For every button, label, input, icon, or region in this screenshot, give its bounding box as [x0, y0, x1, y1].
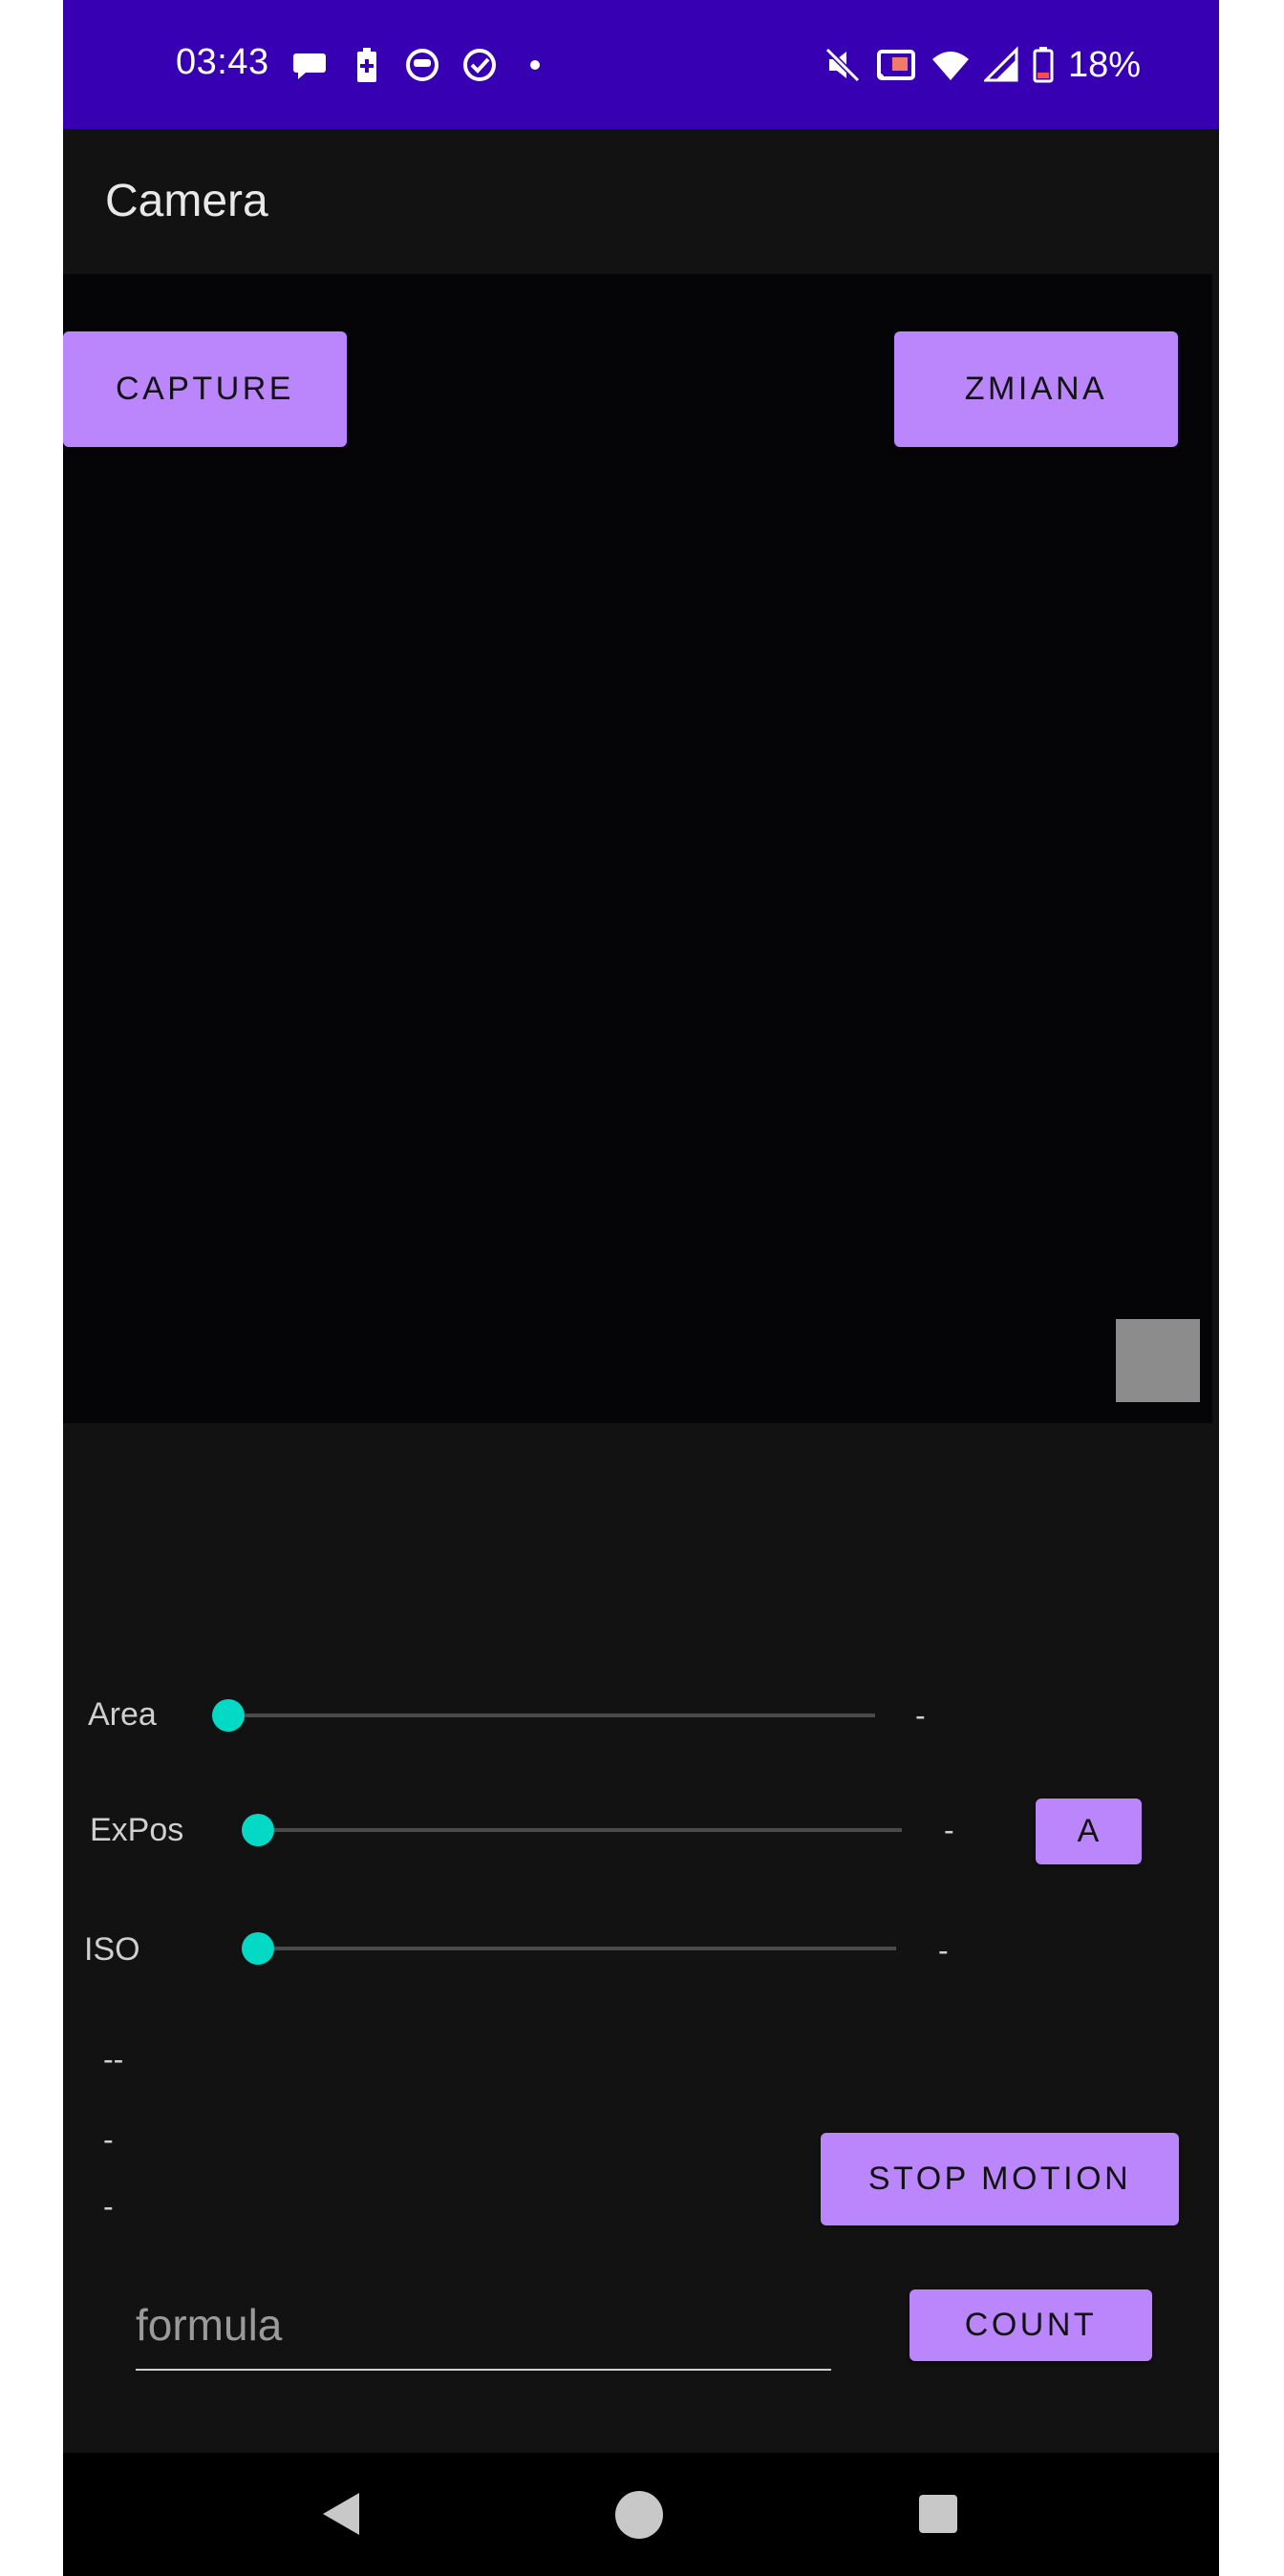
battery-percent: 18%	[1067, 44, 1141, 85]
count-button[interactable]: COUNT	[910, 2289, 1152, 2361]
area-slider-thumb[interactable]	[212, 1699, 245, 1732]
expos-label: ExPos	[90, 1812, 184, 1848]
capture-button[interactable]: CAPTURE	[63, 331, 347, 447]
formula-input[interactable]	[136, 2290, 831, 2371]
phone-screen: 03:43 18% Camera CAPTURE ZMIANA Area - E…	[63, 0, 1219, 2576]
home-icon[interactable]	[615, 2491, 663, 2539]
info-line-2: -	[103, 2122, 114, 2157]
page-title: Camera	[105, 176, 268, 226]
battery-icon	[1033, 47, 1054, 83]
check-circle-icon	[463, 49, 496, 81]
photo-thumbnail[interactable]	[1116, 1319, 1200, 1402]
switch-camera-button[interactable]: ZMIANA	[894, 331, 1178, 447]
status-time: 03:43	[176, 42, 269, 82]
expos-slider-track[interactable]	[256, 1828, 902, 1832]
info-line-1: --	[103, 2042, 124, 2076]
wifi-icon	[931, 52, 969, 80]
status-right-icons: 18%	[824, 42, 1141, 88]
area-label: Area	[88, 1696, 157, 1733]
iso-value: -	[938, 1933, 949, 1968]
dot-icon	[530, 60, 540, 70]
expos-value: -	[944, 1813, 954, 1847]
app-icon	[406, 49, 439, 81]
cast-icon	[876, 50, 915, 80]
area-slider-track[interactable]	[227, 1714, 875, 1717]
chat-bubble-icon	[293, 53, 326, 79]
status-bar: 03:43 18%	[63, 0, 1219, 129]
navigation-bar	[63, 2453, 1219, 2576]
back-icon[interactable]	[323, 2493, 359, 2535]
iso-slider-thumb[interactable]	[242, 1932, 274, 1965]
battery-saver-icon	[357, 48, 376, 82]
info-line-3: -	[103, 2189, 114, 2224]
muted-icon	[824, 47, 861, 83]
expos-slider-thumb[interactable]	[242, 1814, 274, 1846]
signal-icon	[983, 46, 1018, 82]
iso-label: ISO	[84, 1931, 140, 1968]
auto-exposure-button[interactable]: A	[1036, 1799, 1142, 1864]
iso-slider-track[interactable]	[256, 1947, 896, 1950]
stop-motion-button[interactable]: STOP MOTION	[821, 2133, 1179, 2225]
area-value: -	[915, 1698, 926, 1733]
recent-apps-icon[interactable]	[919, 2495, 957, 2533]
app-bar: Camera	[63, 129, 1219, 274]
